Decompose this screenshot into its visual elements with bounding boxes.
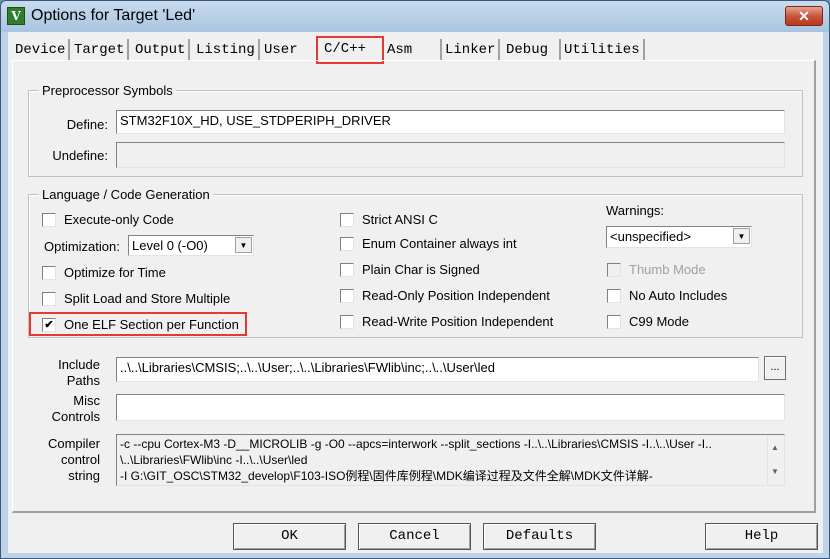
vertical-scrollbar[interactable]: ▲ ▼ <box>767 435 784 485</box>
check-icon[interactable]: ✔ <box>42 317 56 332</box>
checkbox-label: One ELF Section per Function <box>64 317 239 332</box>
c99-mode-checkbox[interactable]: C99 Mode <box>607 314 689 329</box>
optimization-label: Optimization: <box>44 239 120 254</box>
checkbox-box[interactable] <box>340 212 354 227</box>
rw-position-independent-checkbox[interactable]: Read-Write Position Independent <box>340 314 553 329</box>
compiler-string-label-line2: control <box>60 452 100 467</box>
undefine-input[interactable] <box>116 142 785 168</box>
undefine-label: Undefine: <box>52 148 108 163</box>
compiler-string-label: Compiler control string <box>38 436 100 484</box>
ro-position-independent-checkbox[interactable]: Read-Only Position Independent <box>340 288 550 303</box>
one-elf-section-checkbox[interactable]: ✔ One ELF Section per Function <box>42 317 239 332</box>
misc-controls-input[interactable] <box>116 394 785 421</box>
dropdown-arrow-icon[interactable]: ▼ <box>235 237 252 253</box>
tab-output[interactable]: Output <box>132 39 191 61</box>
enum-container-checkbox[interactable]: Enum Container always int <box>340 236 517 251</box>
scroll-down-icon[interactable]: ▼ <box>771 464 779 480</box>
tab-target[interactable]: Target <box>71 39 130 61</box>
optimization-value: Level 0 (-O0) <box>132 238 208 253</box>
ok-button[interactable]: OK <box>233 523 346 550</box>
warnings-select[interactable]: <unspecified> ▼ <box>606 226 752 248</box>
checkbox-label: No Auto Includes <box>629 288 728 303</box>
compiler-string-label-line1: Compiler <box>47 436 100 451</box>
close-icon: ✕ <box>798 8 810 24</box>
tab-asm[interactable]: Asm <box>384 39 442 61</box>
preprocessor-group-label: Preprocessor Symbols <box>39 83 176 98</box>
checkbox-label: Split Load and Store Multiple <box>64 291 231 306</box>
checkbox-box[interactable] <box>607 288 621 303</box>
tab-listing[interactable]: Listing <box>193 39 260 61</box>
dialog-client: Device Target Output Listing User C/C++ … <box>8 32 823 553</box>
language-group-label: Language / Code Generation <box>39 187 213 202</box>
checkbox-label: Enum Container always int <box>362 236 517 251</box>
tab-device[interactable]: Device <box>12 39 71 61</box>
compiler-string-line: -c --cpu Cortex-M3 -D__MICROLIB -g -O0 -… <box>120 437 712 451</box>
include-paths-input[interactable]: ..\..\Libraries\CMSIS;..\..\User;..\..\L… <box>116 357 759 382</box>
keil-uvision-icon: V <box>7 7 25 25</box>
include-paths-label: Include Paths <box>38 357 100 389</box>
execute-only-checkbox[interactable]: Execute-only Code <box>42 212 174 227</box>
window-title: Options for Target 'Led' <box>31 7 196 24</box>
misc-controls-label-line2: Controls <box>51 409 100 424</box>
checkbox-label: Optimize for Time <box>64 265 166 280</box>
checkbox-label: Read-Write Position Independent <box>362 314 554 329</box>
help-button[interactable]: Help <box>705 523 818 550</box>
define-label: Define: <box>66 117 108 132</box>
checkbox-label: C99 Mode <box>629 314 689 329</box>
compiler-string-textarea[interactable]: -c --cpu Cortex-M3 -D__MICROLIB -g -O0 -… <box>116 434 785 486</box>
checkbox-label: Read-Only Position Independent <box>362 288 550 303</box>
plain-char-checkbox[interactable]: Plain Char is Signed <box>340 262 480 277</box>
misc-controls-label: Misc Controls <box>38 393 100 425</box>
checkbox-box[interactable] <box>340 314 354 329</box>
checkbox-box[interactable] <box>607 314 621 329</box>
compiler-string-line: \..\Libraries\FWlib\inc -I..\..\User\led <box>120 453 308 467</box>
tab-strip: Device Target Output Listing User C/C++ … <box>8 32 823 64</box>
include-paths-label-line1: Include <box>58 357 100 372</box>
checkbox-label: Strict ANSI C <box>362 212 438 227</box>
checkbox-box[interactable] <box>42 291 56 306</box>
checkbox-box[interactable] <box>340 262 354 277</box>
warnings-value: <unspecified> <box>610 229 691 244</box>
misc-controls-label-line1: Misc <box>73 393 100 408</box>
no-auto-includes-checkbox[interactable]: No Auto Includes <box>607 288 727 303</box>
checkbox-box[interactable] <box>340 288 354 303</box>
split-load-checkbox[interactable]: Split Load and Store Multiple <box>42 291 230 306</box>
checkbox-box[interactable] <box>340 236 354 251</box>
checkbox-box[interactable] <box>42 265 56 280</box>
options-dialog: V Options for Target 'Led' ✕ Device Targ… <box>0 0 830 559</box>
include-paths-label-line2: Paths <box>66 373 100 388</box>
scroll-up-icon[interactable]: ▲ <box>771 440 779 456</box>
browse-include-paths-button[interactable]: ... <box>764 356 786 380</box>
thumb-mode-checkbox: Thumb Mode <box>607 262 706 277</box>
checkbox-box <box>607 262 621 277</box>
define-input[interactable]: STM32F10X_HD, USE_STDPERIPH_DRIVER <box>116 110 785 134</box>
tab-debug[interactable]: Debug <box>503 39 561 61</box>
checkbox-label: Thumb Mode <box>629 262 706 277</box>
strict-ansi-checkbox[interactable]: Strict ANSI C <box>340 212 438 227</box>
cancel-button[interactable]: Cancel <box>358 523 471 550</box>
checkbox-label: Execute-only Code <box>64 212 174 227</box>
dropdown-arrow-icon[interactable]: ▼ <box>733 228 750 244</box>
title-bar[interactable]: V Options for Target 'Led' ✕ <box>1 1 829 32</box>
optimization-select[interactable]: Level 0 (-O0) ▼ <box>128 235 254 256</box>
defaults-button[interactable]: Defaults <box>483 523 596 550</box>
compiler-string-label-line3: string <box>68 468 100 483</box>
warnings-label: Warnings: <box>606 203 665 218</box>
tab-user[interactable]: User <box>261 39 321 61</box>
tab-utilities[interactable]: Utilities <box>561 39 645 61</box>
checkbox-box[interactable] <box>42 212 56 227</box>
close-button[interactable]: ✕ <box>785 6 823 26</box>
optimize-time-checkbox[interactable]: Optimize for Time <box>42 265 166 280</box>
checkbox-label: Plain Char is Signed <box>362 262 480 277</box>
compiler-string-line: -I G:\GIT_OSC\STM32_develop\F103-ISO例程\固… <box>120 469 653 483</box>
tab-linker[interactable]: Linker <box>442 39 501 61</box>
